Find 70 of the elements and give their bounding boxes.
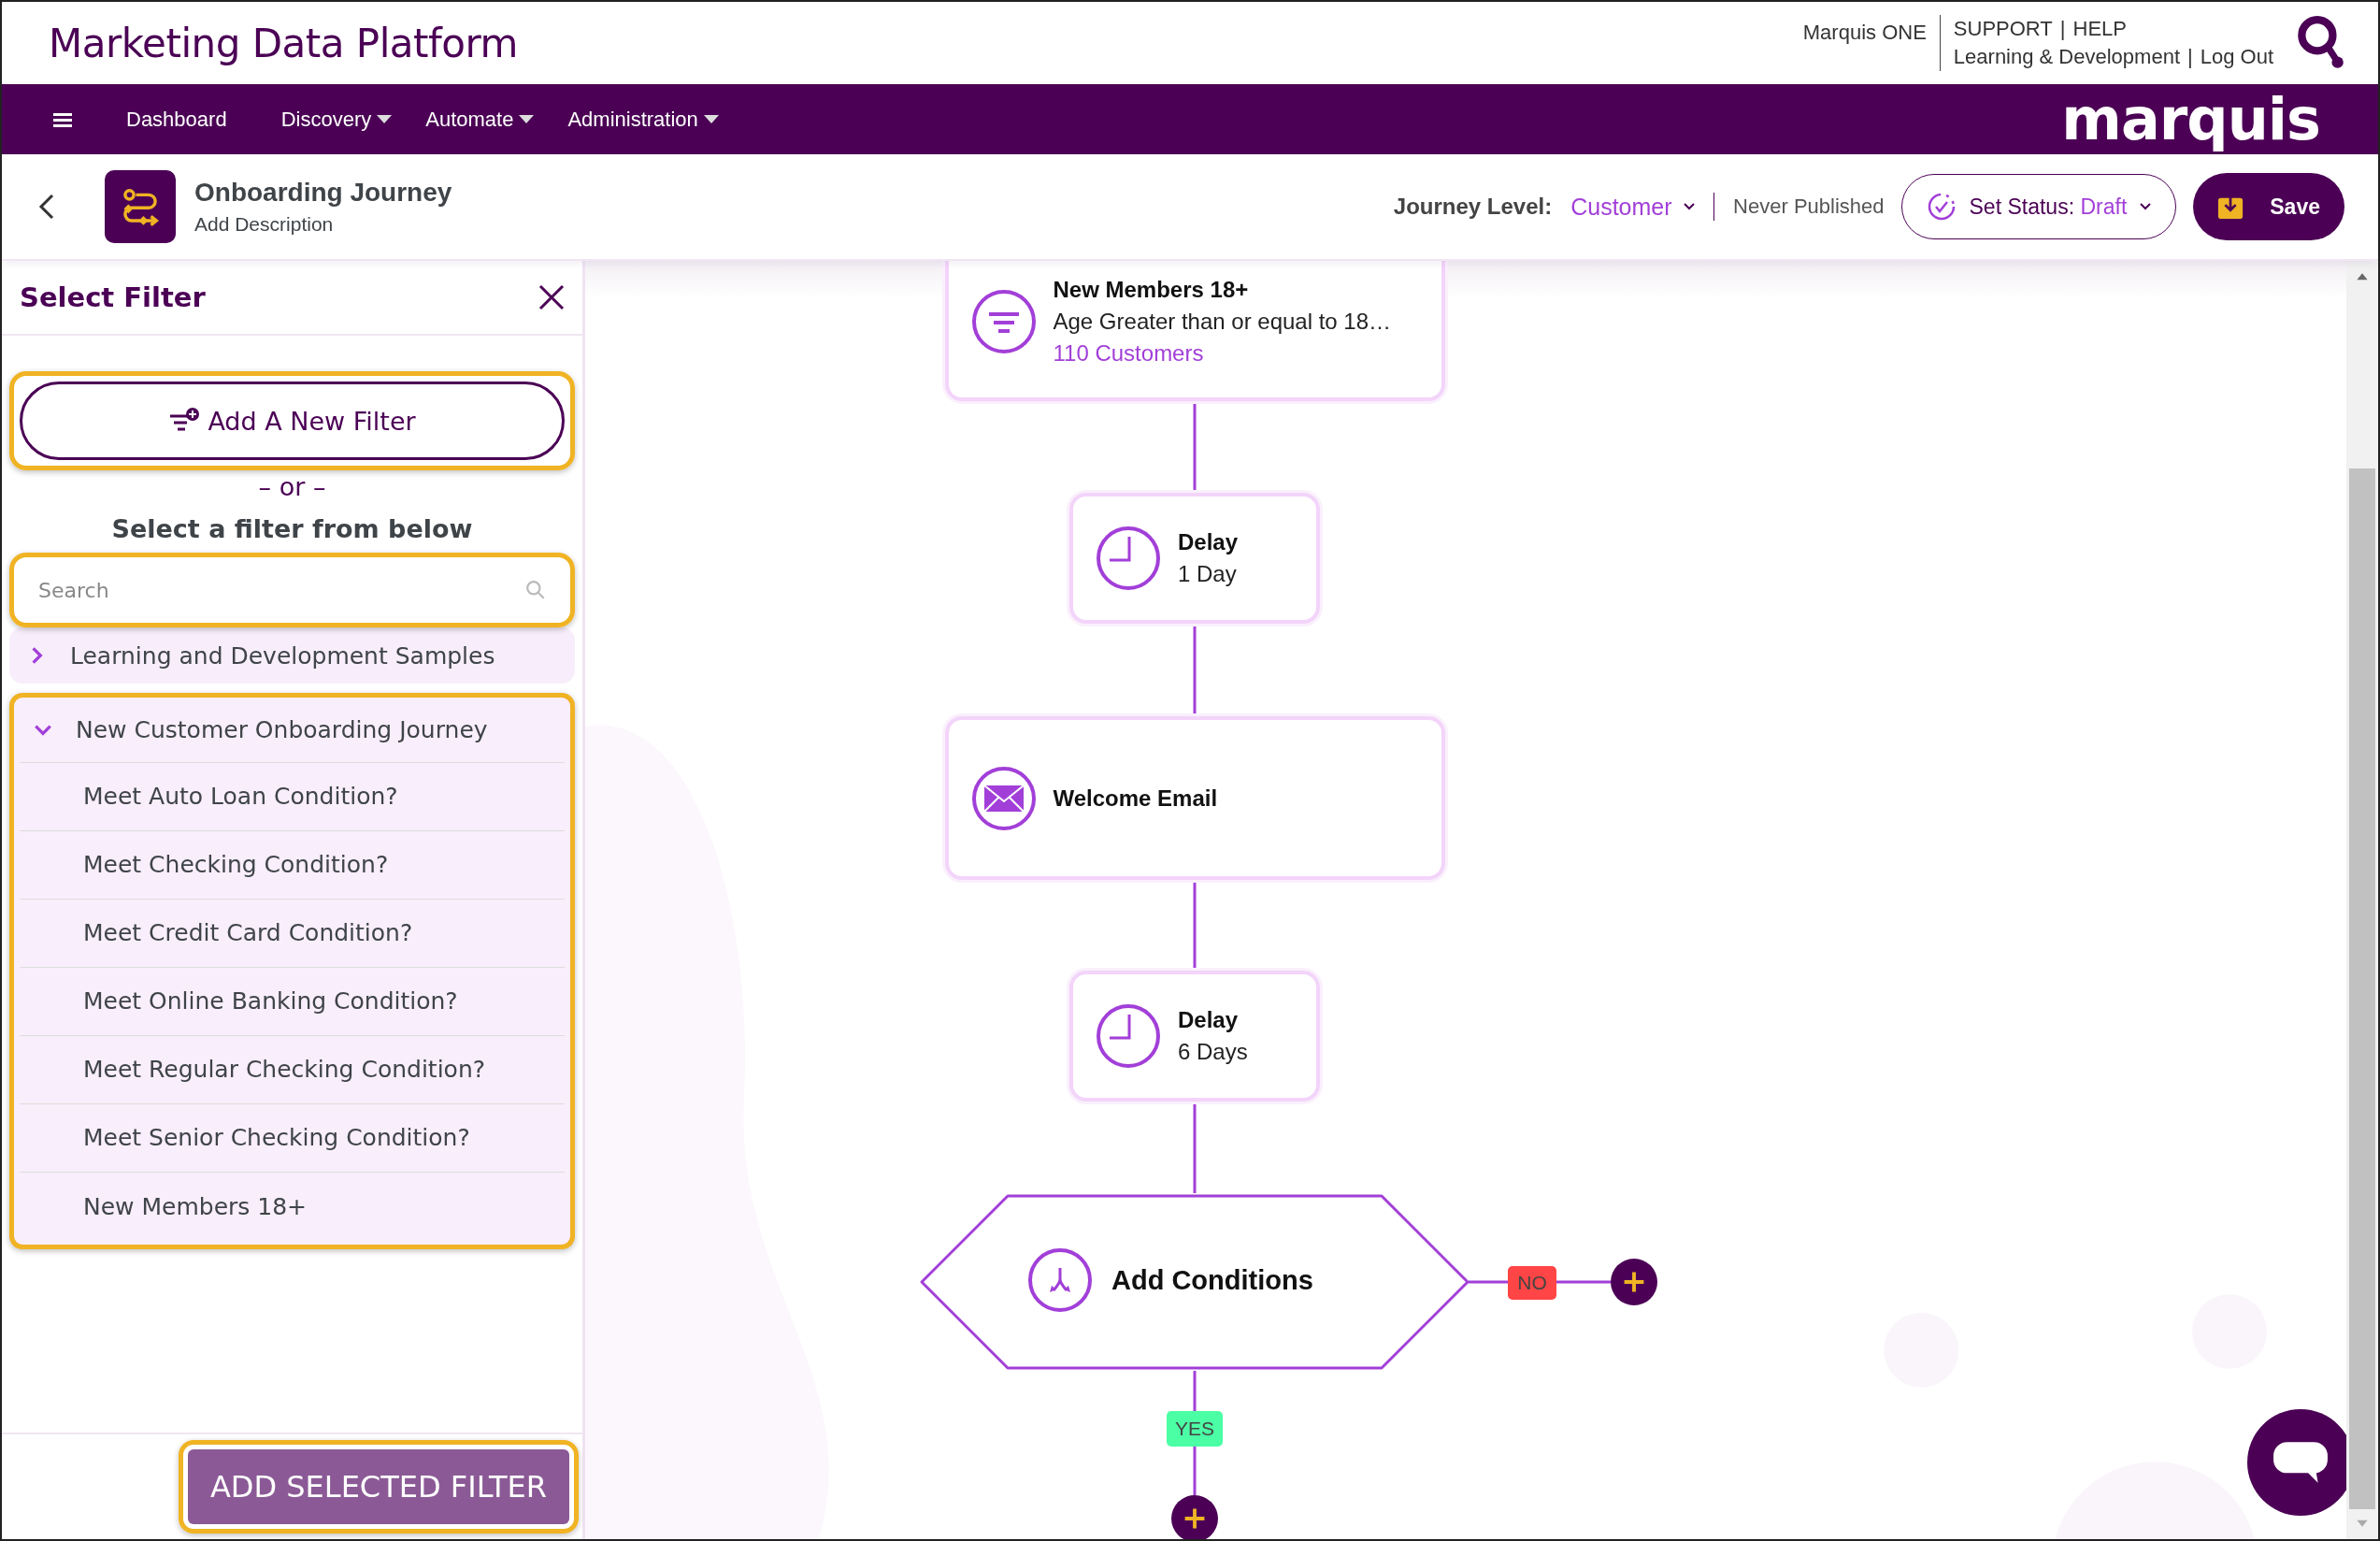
yes-badge: YES — [1167, 1411, 1223, 1447]
separator: | — [2059, 17, 2066, 41]
add-step-button[interactable] — [1171, 1495, 1218, 1539]
node-title: Welcome Email — [1053, 785, 1218, 812]
filter-icon — [970, 289, 1037, 354]
add-step-button[interactable] — [1611, 1259, 1657, 1305]
nav-menu-item[interactable]: Automate — [425, 107, 535, 132]
tree-group-item[interactable]: New Customer Onboarding Journey — [20, 698, 565, 763]
clock-icon — [1096, 526, 1161, 591]
node-duration: 1 Day — [1178, 561, 1238, 587]
add-new-filter-button[interactable]: Add A New Filter — [20, 382, 565, 460]
header-link[interactable]: Log Out — [2200, 45, 2273, 69]
save-button[interactable]: Save — [2193, 173, 2344, 240]
caret-icon — [519, 115, 535, 123]
menu-icon[interactable] — [53, 111, 72, 127]
delay-node[interactable]: Delay 6 Days — [1069, 971, 1320, 1102]
email-node[interactable]: Welcome Email — [944, 716, 1445, 880]
publish-state: Never Published — [1733, 194, 1885, 219]
nav-menu-item[interactable]: Discovery — [280, 107, 393, 132]
app-title: Marketing Data Platform — [49, 20, 518, 66]
envelope-icon — [970, 765, 1037, 831]
node-title: New Members 18+ — [1053, 277, 1250, 303]
journey-level-dropdown[interactable]: Customer — [1570, 193, 1695, 221]
chevron-icon — [1683, 203, 1695, 210]
or-divider-text: – or – — [257, 472, 327, 501]
journey-title: Onboarding Journey — [194, 178, 452, 208]
plus-icon — [1622, 1270, 1646, 1294]
search-icon — [525, 580, 546, 600]
scrollbar[interactable] — [2346, 261, 2378, 1539]
header-link[interactable]: HELP — [2072, 17, 2127, 41]
add-selected-filter-button[interactable]: ADD SELECTED FILTER — [188, 1449, 569, 1524]
journey-level-label: Journey Level: — [1393, 194, 1553, 220]
chevron-icon — [2140, 203, 2152, 210]
delay-node[interactable]: Delay 1 Day — [1069, 493, 1320, 624]
close-icon[interactable] — [538, 283, 566, 311]
plus-icon — [1183, 1506, 1207, 1531]
nav-menu-item[interactable]: Dashboard — [126, 107, 227, 132]
clock-icon — [1096, 1003, 1161, 1069]
add-description-link[interactable]: Add Description — [194, 213, 452, 236]
customer-count-link[interactable]: 110 Customers — [1053, 340, 1392, 367]
back-icon[interactable] — [37, 193, 56, 221]
nav-menu-item[interactable]: Administration — [567, 107, 719, 132]
header-link[interactable]: SUPPORT — [1953, 17, 2053, 41]
caret-icon — [377, 115, 393, 123]
filter-node[interactable]: New Members 18+ Age Greater than or equal to 18… 110 Customers — [944, 261, 1445, 401]
journey-icon — [105, 170, 176, 243]
split-icon — [1027, 1247, 1093, 1313]
filter-list-item[interactable]: Meet Senior Checking Condition? — [20, 1104, 565, 1173]
check-circle-icon — [1926, 192, 1957, 222]
node-description: Age Greater than or equal to 18… — [1053, 309, 1392, 335]
node-duration: 6 Days — [1178, 1039, 1248, 1065]
filter-list-item[interactable]: Meet Online Banking Condition? — [20, 968, 565, 1036]
filter-list-item[interactable]: Meet Regular Checking Condition? — [20, 1036, 565, 1104]
filter-list-item[interactable]: Meet Credit Card Condition? — [20, 900, 565, 968]
header-link[interactable]: Learning & Development — [1953, 45, 2180, 69]
filter-list-item[interactable]: Meet Auto Loan Condition? — [20, 763, 565, 831]
no-badge: NO — [1508, 1266, 1556, 1300]
filter-heading: Select a filter from below — [110, 514, 474, 543]
scrollbar-thumb[interactable] — [2349, 468, 2375, 1509]
separator: | — [2187, 45, 2193, 69]
product-link[interactable]: Marquis ONE — [1802, 21, 1927, 45]
node-title: Add Conditions — [1111, 1264, 1313, 1296]
filter-list-item[interactable]: Meet Checking Condition? — [20, 831, 565, 900]
node-title: Delay — [1178, 1007, 1240, 1033]
caret-icon — [703, 115, 719, 123]
condition-node[interactable] — [919, 1193, 1470, 1371]
filter-list-item[interactable]: New Members 18+ — [20, 1173, 565, 1241]
chat-bubble-icon — [2272, 1440, 2330, 1485]
node-title: Delay — [1178, 529, 1239, 555]
panel-title: Select Filter — [20, 281, 206, 313]
